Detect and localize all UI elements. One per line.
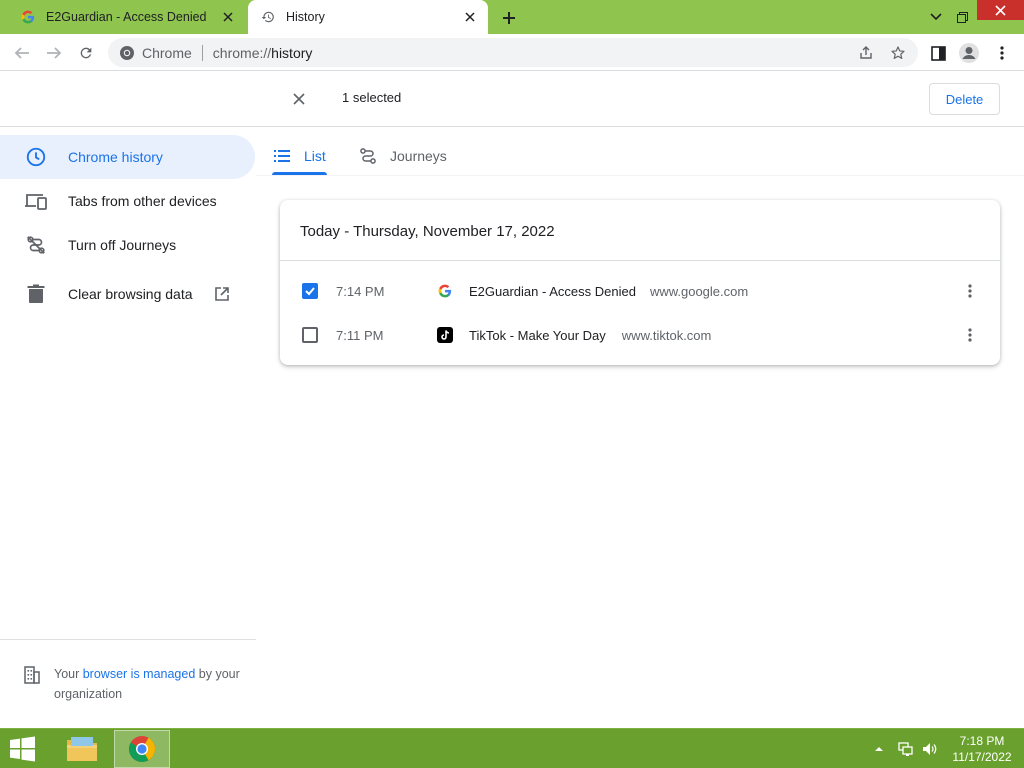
history-card: Today - Thursday, November 17, 2022 7:14… [280,200,1000,365]
profile-avatar-icon[interactable] [956,40,982,66]
sidebar-item-label: Clear browsing data [68,286,193,302]
volume-icon[interactable] [922,729,938,768]
sidebar-item-label: Tabs from other devices [68,193,217,209]
tab-strip: E2Guardian - Access Denied History [0,0,1024,34]
tabs-baseline [256,175,1024,176]
forward-arrow-icon[interactable] [41,40,67,66]
tab-search-chevron-down-icon[interactable] [924,0,948,34]
entry-domain: www.google.com [649,283,749,299]
browser-tab-history[interactable]: History [248,0,488,34]
date-heading: Today - Thursday, November 17, 2022 [300,223,555,240]
google-g-icon [437,283,453,299]
sidebar-item-turn-off-journeys[interactable]: Turn off Journeys [0,223,255,267]
chrome-taskbar-icon[interactable] [114,730,170,768]
managed-browser-notice: Your browser is managed by your organiza… [24,664,244,704]
tab-title: History [286,10,325,24]
active-tab-indicator [272,172,327,175]
managed-text: Your browser is managed by your organiza… [54,667,240,701]
file-explorer-icon[interactable] [54,730,110,768]
window-restore-icon[interactable] [950,0,974,34]
tab-journeys[interactable]: Journeys [358,136,447,176]
browser-managed-link[interactable]: browser is managed [83,667,196,681]
sidebar-item-chrome-history[interactable]: Chrome history [0,135,255,179]
devices-icon [24,189,48,213]
more-actions-icon[interactable] [960,325,980,345]
browser-toolbar: Chrome chrome:// history [0,34,1024,71]
browser-tab-e2guardian[interactable]: E2Guardian - Access Denied [8,0,246,34]
sidebar-divider [0,639,256,640]
entry-checkbox[interactable] [302,283,318,299]
share-icon[interactable] [853,38,879,67]
card-divider [280,260,1000,261]
selection-toolbar: 1 selected Delete [0,71,1024,127]
close-icon[interactable] [460,7,480,27]
more-actions-icon[interactable] [960,281,980,301]
list-icon [272,146,292,166]
url-scheme: chrome:// [212,44,272,61]
sidebar-item-label: Chrome history [68,149,163,165]
chrome-logo-icon [118,44,136,62]
trash-icon [24,282,48,306]
entry-domain: www.tiktok.com [621,327,712,343]
side-panel-icon[interactable] [925,40,951,66]
url-host: history [271,44,313,61]
delete-button[interactable]: Delete [929,83,1000,115]
sidebar-item-tabs-from-other-devices[interactable]: Tabs from other devices [0,179,255,223]
back-arrow-icon[interactable] [9,40,35,66]
reload-icon[interactable] [73,40,99,66]
windows-start-icon[interactable] [8,736,38,762]
clock-icon [24,145,48,169]
bookmark-star-icon[interactable] [885,38,911,67]
entry-time: 7:14 PM [336,283,385,299]
open-in-new-icon [213,285,231,303]
network-icon[interactable] [898,729,914,768]
entry-time: 7:11 PM [336,327,384,343]
google-g-icon [20,9,36,25]
history-entry-row[interactable]: 7:14 PM E2Guardian - Access Denied www.go… [280,269,1000,313]
journeys-icon [358,146,378,166]
tab-title: E2Guardian - Access Denied [46,10,207,24]
tab-list[interactable]: List [272,136,326,176]
taskbar-clock[interactable]: 7:18 PM 11/17/2022 [944,733,1020,765]
clear-selection-close-icon[interactable] [288,88,310,110]
sidebar-item-label: Turn off Journeys [68,237,177,253]
new-tab-button[interactable] [498,7,520,29]
building-icon [24,666,40,684]
windows-taskbar: 7:18 PM 11/17/2022 [0,728,1024,768]
tab-label: Journeys [390,148,447,164]
entry-title-link[interactable]: E2Guardian - Access Denied www.google.com [469,284,748,299]
tray-overflow-icon[interactable] [874,729,884,768]
tiktok-icon [437,327,453,343]
sidebar-item-clear-browsing-data[interactable]: Clear browsing data [0,272,255,316]
entry-title-link[interactable]: TikTok - Make Your Day www.tiktok.com [469,328,711,343]
omnibox-chip: Chrome [142,44,192,61]
window-close-icon[interactable] [977,0,1024,20]
omnibox-divider [201,44,203,61]
entry-checkbox[interactable] [302,327,318,343]
clock-date: 11/17/2022 [952,750,1012,764]
clock-time: 7:18 PM [959,734,1005,748]
kebab-menu-icon[interactable] [989,40,1015,66]
history-icon [260,9,276,25]
journeys-off-icon [24,233,48,257]
omnibox[interactable]: Chrome chrome:// history [108,38,918,67]
selected-count: 1 selected [342,90,402,105]
tab-label: List [304,148,326,164]
close-icon[interactable] [218,7,238,27]
history-entry-row[interactable]: 7:11 PM TikTok - Make Your Day www.tiktok… [280,313,1000,357]
